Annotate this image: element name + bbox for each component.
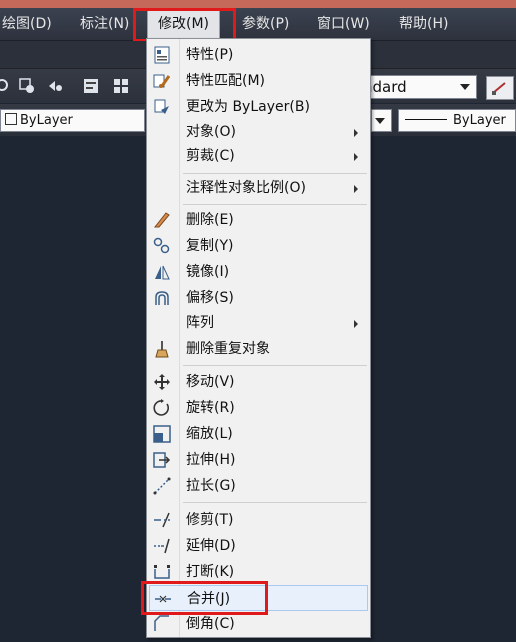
menubar: 绘图(D) 标注(N) 修改(M) 参数(P) 窗口(W) 帮助(H) — [0, 8, 516, 41]
erase-icon — [153, 211, 171, 229]
menu-item-object[interactable]: 对象(O) — [149, 119, 368, 145]
linetype-dropdown-toggle[interactable] — [371, 109, 392, 132]
lineweight-combo[interactable]: ByLayer — [398, 109, 516, 132]
overkill-icon — [153, 340, 171, 358]
lengthen-icon — [153, 477, 171, 495]
trim-icon — [153, 511, 171, 529]
menu-item-set-bylayer[interactable]: 更改为 ByLayer(B) — [149, 94, 368, 120]
menu-item-extend[interactable]: 延伸(D) — [149, 533, 368, 559]
menu-help[interactable]: 帮助(H) — [399, 8, 448, 40]
menu-item-offset[interactable]: 偏移(S) — [149, 285, 368, 311]
set-bylayer-icon — [153, 98, 171, 116]
menu-item-mirror[interactable]: 镜像(I) — [149, 259, 368, 285]
menu-separator — [183, 365, 367, 366]
mirror-icon — [153, 263, 171, 281]
scale-icon — [153, 425, 171, 443]
menu-item-copy[interactable]: 复制(Y) — [149, 233, 368, 259]
menu-item-scale[interactable]: 缩放(L) — [149, 421, 368, 447]
match-properties-icon — [153, 72, 171, 90]
menu-modify[interactable]: 修改(M) — [147, 10, 221, 39]
stretch-icon — [153, 451, 171, 469]
break-icon — [153, 563, 171, 581]
text-style-combo[interactable]: ndard — [360, 75, 477, 99]
properties-icon — [153, 46, 171, 64]
submenu-arrow-icon — [354, 153, 358, 161]
zoom-window-icon[interactable] — [18, 77, 36, 95]
menu-separator — [183, 173, 367, 174]
menu-item-array[interactable]: 阵列 — [149, 310, 368, 336]
menu-item-chamfer[interactable]: 倒角(C) — [149, 611, 368, 637]
zoom-icon[interactable] — [0, 77, 12, 95]
menu-item-stretch[interactable]: 拉伸(H) — [149, 447, 368, 473]
chamfer-icon — [153, 615, 171, 633]
join-icon — [154, 590, 172, 608]
properties-toolbar-icon[interactable] — [82, 77, 100, 95]
menu-draw[interactable]: 绘图(D) — [2, 8, 52, 40]
menu-parametric[interactable]: 参数(P) — [242, 8, 289, 40]
menu-item-overkill[interactable]: 删除重复对象 — [149, 336, 368, 362]
submenu-arrow-icon — [354, 320, 358, 328]
submenu-arrow-icon — [354, 185, 358, 193]
menu-item-clip[interactable]: 剪裁(C) — [149, 143, 368, 169]
copy-icon — [153, 237, 171, 255]
menu-item-trim[interactable]: 修剪(T) — [149, 507, 368, 533]
menu-item-move[interactable]: 移动(V) — [149, 369, 368, 395]
menu-separator — [183, 204, 367, 205]
design-center-icon[interactable] — [112, 77, 130, 95]
menu-item-annotative-scale[interactable]: 注释性对象比例(O) — [149, 175, 368, 201]
menu-item-join[interactable]: 合并(J) — [149, 585, 368, 611]
menu-item-rotate[interactable]: 旋转(R) — [149, 395, 368, 421]
move-icon — [153, 373, 171, 391]
menu-item-match-properties[interactable]: 特性匹配(M) — [149, 68, 368, 94]
menu-separator — [183, 502, 367, 503]
line-sample — [405, 119, 447, 120]
chevron-down-icon — [375, 117, 385, 124]
menu-item-break[interactable]: 打断(K) — [149, 559, 368, 585]
rotate-icon — [153, 399, 171, 417]
submenu-arrow-icon — [354, 129, 358, 137]
offset-icon — [153, 289, 171, 307]
chevron-down-icon — [460, 84, 470, 90]
color-combo[interactable]: ByLayer — [0, 109, 145, 132]
modify-menu-dropdown: 特性(P) 特性匹配(M) 更改为 ByLayer(B) 对象(O) 剪裁(C)… — [146, 38, 371, 638]
color-swatch-icon — [5, 113, 17, 125]
extend-icon — [153, 537, 171, 555]
dimension-style-icon[interactable] — [486, 76, 514, 100]
zoom-previous-icon[interactable] — [46, 77, 64, 95]
menu-item-erase[interactable]: 删除(E) — [149, 207, 368, 233]
window-title-strip — [0, 0, 516, 8]
menu-dimension[interactable]: 标注(N) — [80, 8, 129, 40]
menu-item-properties[interactable]: 特性(P) — [149, 42, 368, 68]
menu-item-lengthen[interactable]: 拉长(G) — [149, 473, 368, 499]
menu-window[interactable]: 窗口(W) — [317, 8, 370, 40]
